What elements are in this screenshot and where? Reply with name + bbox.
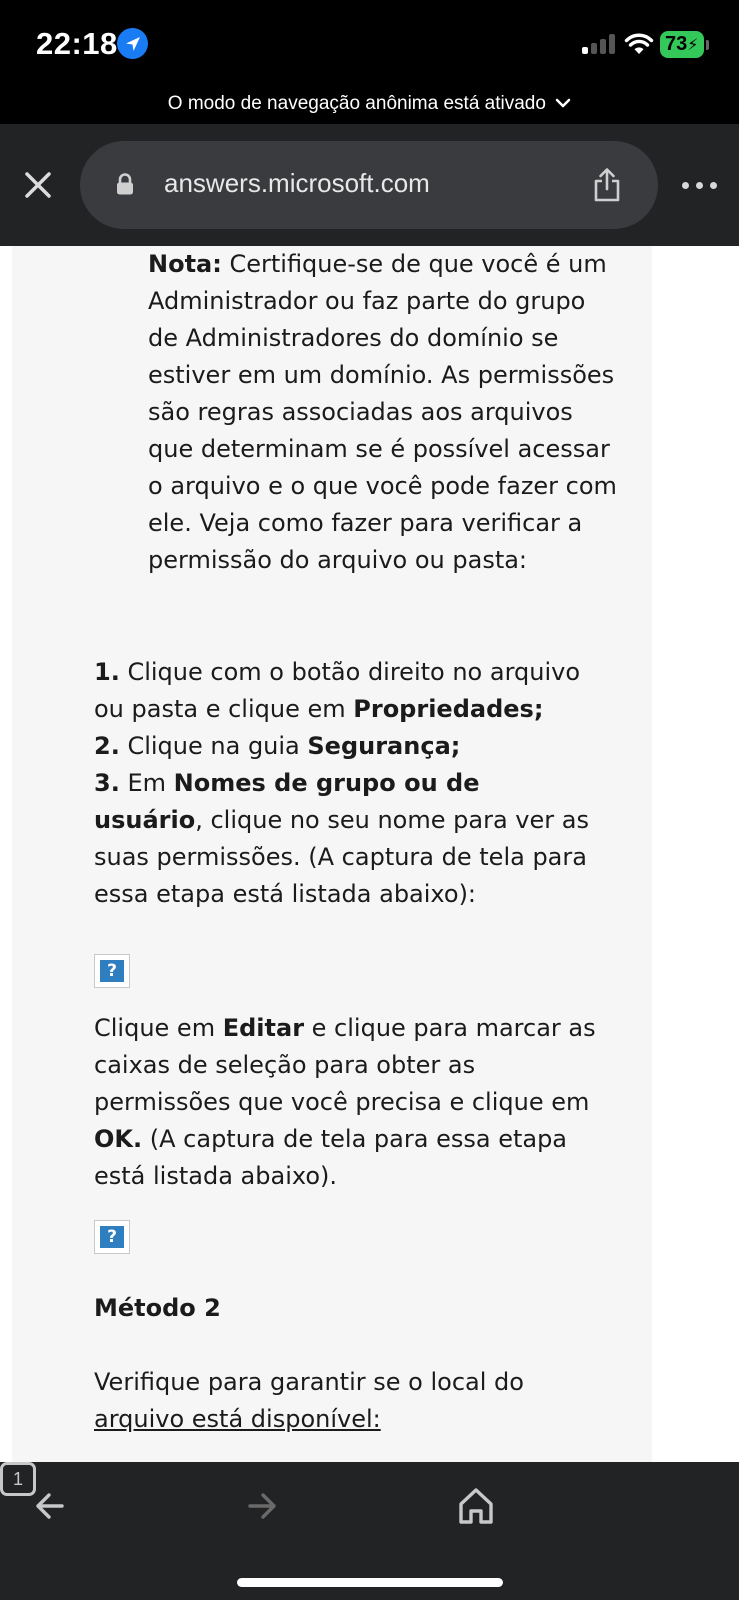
url-text: answers.microsoft.com <box>164 168 430 198</box>
step-3: 3. Em Nomes de grupo ou de usuário, cliq… <box>94 769 589 908</box>
screenshot-image-placeholder[interactable]: ? <box>94 954 130 988</box>
forward-arrow-icon[interactable] <box>240 1484 284 1528</box>
battery-charging-icon: 73⚡ <box>660 31 704 58</box>
bottom-toolbar: 1 <box>0 1462 739 1600</box>
location-link[interactable]: arquivo está disponível: <box>94 1405 381 1433</box>
back-arrow-icon[interactable] <box>30 1484 74 1528</box>
steps-list: 1. Clique com o botão direito no arquivo… <box>94 654 594 913</box>
share-icon[interactable] <box>592 167 622 208</box>
home-indicator[interactable] <box>237 1578 503 1587</box>
page-content[interactable]: Nota: Certifique-se de que você é um Adm… <box>0 246 739 1462</box>
status-bar: 22:18 73⚡ <box>0 0 739 88</box>
incognito-banner-text: O modo de navegação anônima está ativado <box>167 93 546 115</box>
address-bar[interactable]: answers.microsoft.com <box>80 141 658 229</box>
broken-image-icon: ? <box>100 960 124 982</box>
note-body: Certifique-se de que você é um Administr… <box>148 250 617 574</box>
note-paragraph: Nota: Certifique-se de que você é um Adm… <box>148 246 618 579</box>
cellular-signal-icon <box>582 34 616 54</box>
incognito-banner[interactable]: O modo de navegação anônima está ativado <box>0 88 739 124</box>
close-icon[interactable] <box>22 169 54 201</box>
chevron-down-icon <box>555 88 571 120</box>
article-body: Nota: Certifique-se de que você é um Adm… <box>12 246 652 1462</box>
battery-level: 73 <box>665 33 688 55</box>
screenshot-image-placeholder[interactable]: ? <box>94 1220 130 1254</box>
browser-toolbar: answers.microsoft.com <box>0 124 739 246</box>
note-label: Nota: <box>148 250 222 278</box>
edit-paragraph: Clique em Editar e clique para marcar as… <box>94 1014 596 1190</box>
step-1: 1. Clique com o botão direito no arquivo… <box>94 658 581 723</box>
verify-paragraph: Verifique para garantir se o local do ar… <box>94 1368 524 1433</box>
battery-nub <box>706 40 709 50</box>
broken-image-icon: ? <box>100 1226 124 1248</box>
clock: 22:18 <box>36 26 118 61</box>
lock-icon <box>116 173 134 200</box>
location-arrow-icon <box>117 28 148 59</box>
step-2: 2. Clique na guia Segurança; <box>94 732 461 760</box>
more-icon[interactable] <box>682 182 722 192</box>
wifi-icon <box>624 32 654 61</box>
home-icon[interactable] <box>454 1484 498 1528</box>
method-heading: Método 2 <box>94 1294 221 1322</box>
